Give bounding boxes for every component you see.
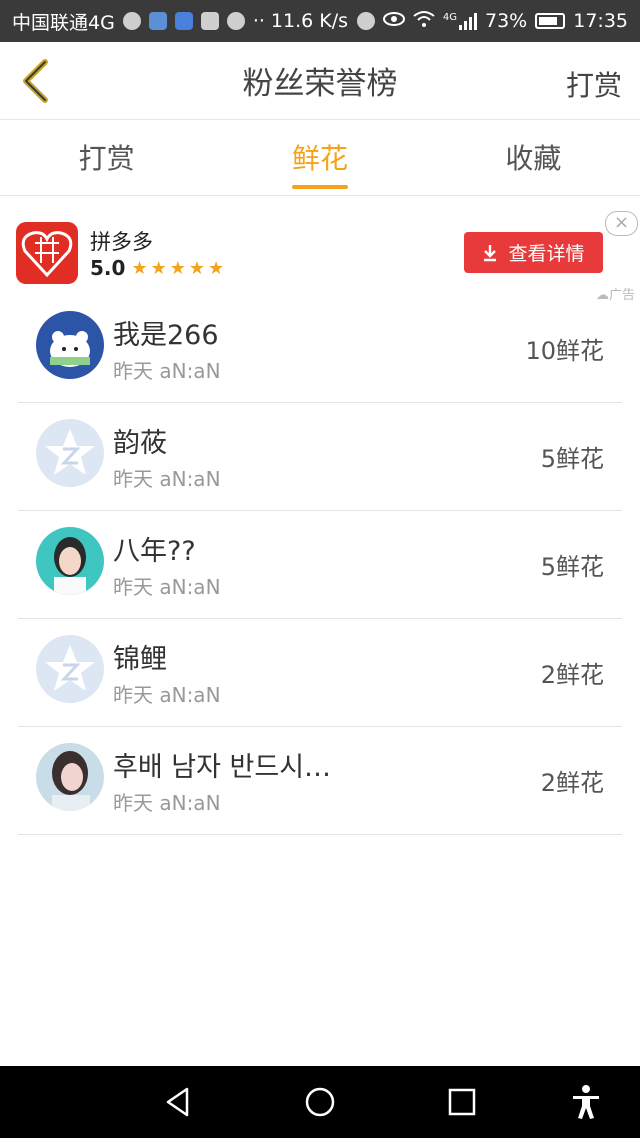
- back-button[interactable]: [10, 56, 60, 106]
- ad-rating: 5.0 ★★★★★: [90, 256, 227, 280]
- notification-icon: [122, 12, 141, 30]
- fan-row[interactable]: 韵莜 昨天 aN:aN 5鲜花: [18, 403, 622, 511]
- wechat-icon: [226, 12, 245, 30]
- carrier-label: 中国联通4G: [12, 11, 115, 34]
- circle-home-icon: [305, 1087, 335, 1117]
- view-details-button[interactable]: 查看详情: [464, 232, 603, 273]
- avatar: [36, 743, 104, 811]
- fan-time: 昨天 aN:aN: [113, 791, 221, 815]
- eye-icon: [382, 10, 405, 32]
- fan-row[interactable]: 八年?? 昨天 aN:aN 5鲜花: [18, 511, 622, 619]
- download-icon: [484, 244, 497, 261]
- star-rating-icon: ★★★★★: [131, 257, 228, 279]
- fan-name: 锦鲤: [113, 644, 167, 675]
- clock: 17:35: [573, 10, 628, 32]
- tab-reward[interactable]: 打赏: [0, 121, 213, 195]
- app-icon: [200, 12, 219, 30]
- accessibility-icon: [573, 1085, 599, 1119]
- network-speed: ·· 11.6 K/s: [252, 10, 349, 32]
- battery-icon: [535, 13, 566, 29]
- tab-flowers[interactable]: 鲜花: [213, 121, 426, 195]
- chevron-left-icon: [23, 59, 48, 103]
- fan-row[interactable]: 我是266 昨天 aN:aN 10鲜花: [18, 295, 622, 403]
- header: 粉丝荣誉榜 打赏: [0, 42, 640, 120]
- tab-bar: 打赏 鲜花 收藏: [0, 121, 640, 196]
- network-type: 4G: [442, 12, 457, 23]
- square-recents-icon: [448, 1088, 476, 1116]
- fan-row[interactable]: 후배 남자 반드시… 昨天 aN:aN 2鲜花: [18, 727, 622, 835]
- avatar: [36, 419, 104, 487]
- data-saver-icon: [356, 12, 375, 30]
- page-title: 粉丝荣誉榜: [242, 66, 398, 102]
- shield-icon: [148, 12, 167, 30]
- avatar: [36, 635, 104, 703]
- nav-home-button[interactable]: [300, 1084, 340, 1120]
- flower-count: 2鲜花: [540, 661, 604, 689]
- fan-row[interactable]: 锦鲤 昨天 aN:aN 2鲜花: [18, 619, 622, 727]
- flower-count: 5鲜花: [540, 553, 604, 581]
- fan-list: 我是266 昨天 aN:aN 10鲜花 韵莜 昨天 aN:aN 5鲜花 八年??…: [18, 295, 622, 835]
- wifi-icon: [413, 10, 435, 33]
- fan-name: 후배 남자 반드시…: [113, 752, 332, 783]
- fan-time: 昨天 aN:aN: [113, 359, 221, 383]
- avatar: [36, 311, 104, 379]
- flower-count: 5鲜花: [540, 445, 604, 473]
- fan-name: 我是266: [113, 320, 219, 351]
- signal-icon: 4G: [443, 12, 477, 30]
- avatar: [36, 527, 104, 595]
- rating-value: 5.0: [90, 256, 126, 280]
- flower-count: 2鲜花: [540, 769, 604, 797]
- status-bar: 中国联通4G ·· 11.6 K/s 4G 73% 17:35: [0, 0, 640, 42]
- battery-percent: 73%: [485, 10, 528, 32]
- fan-time: 昨天 aN:aN: [113, 575, 221, 599]
- ad-close-button[interactable]: ×: [605, 211, 638, 236]
- system-nav-bar: [0, 1066, 640, 1138]
- flower-count: 10鲜花: [525, 337, 604, 365]
- baidu-icon: [174, 12, 193, 30]
- app-logo: [16, 222, 78, 284]
- reward-button[interactable]: 打赏: [566, 64, 622, 104]
- triangle-back-icon: [166, 1087, 189, 1117]
- fan-name: 八年??: [113, 536, 196, 567]
- fan-time: 昨天 aN:aN: [113, 467, 221, 491]
- ad-banner[interactable]: 拼多多 5.0 ★★★★★ 查看详情 × ☁广告: [0, 200, 640, 303]
- fan-name: 韵莜: [113, 428, 167, 459]
- tab-favorites[interactable]: 收藏: [427, 121, 640, 195]
- accessibility-button[interactable]: [566, 1084, 606, 1120]
- fan-time: 昨天 aN:aN: [113, 683, 221, 707]
- nav-back-button[interactable]: [158, 1084, 198, 1120]
- ad-app-name: 拼多多: [90, 230, 153, 254]
- view-details-label: 查看详情: [508, 243, 585, 265]
- nav-recents-button[interactable]: [442, 1084, 482, 1120]
